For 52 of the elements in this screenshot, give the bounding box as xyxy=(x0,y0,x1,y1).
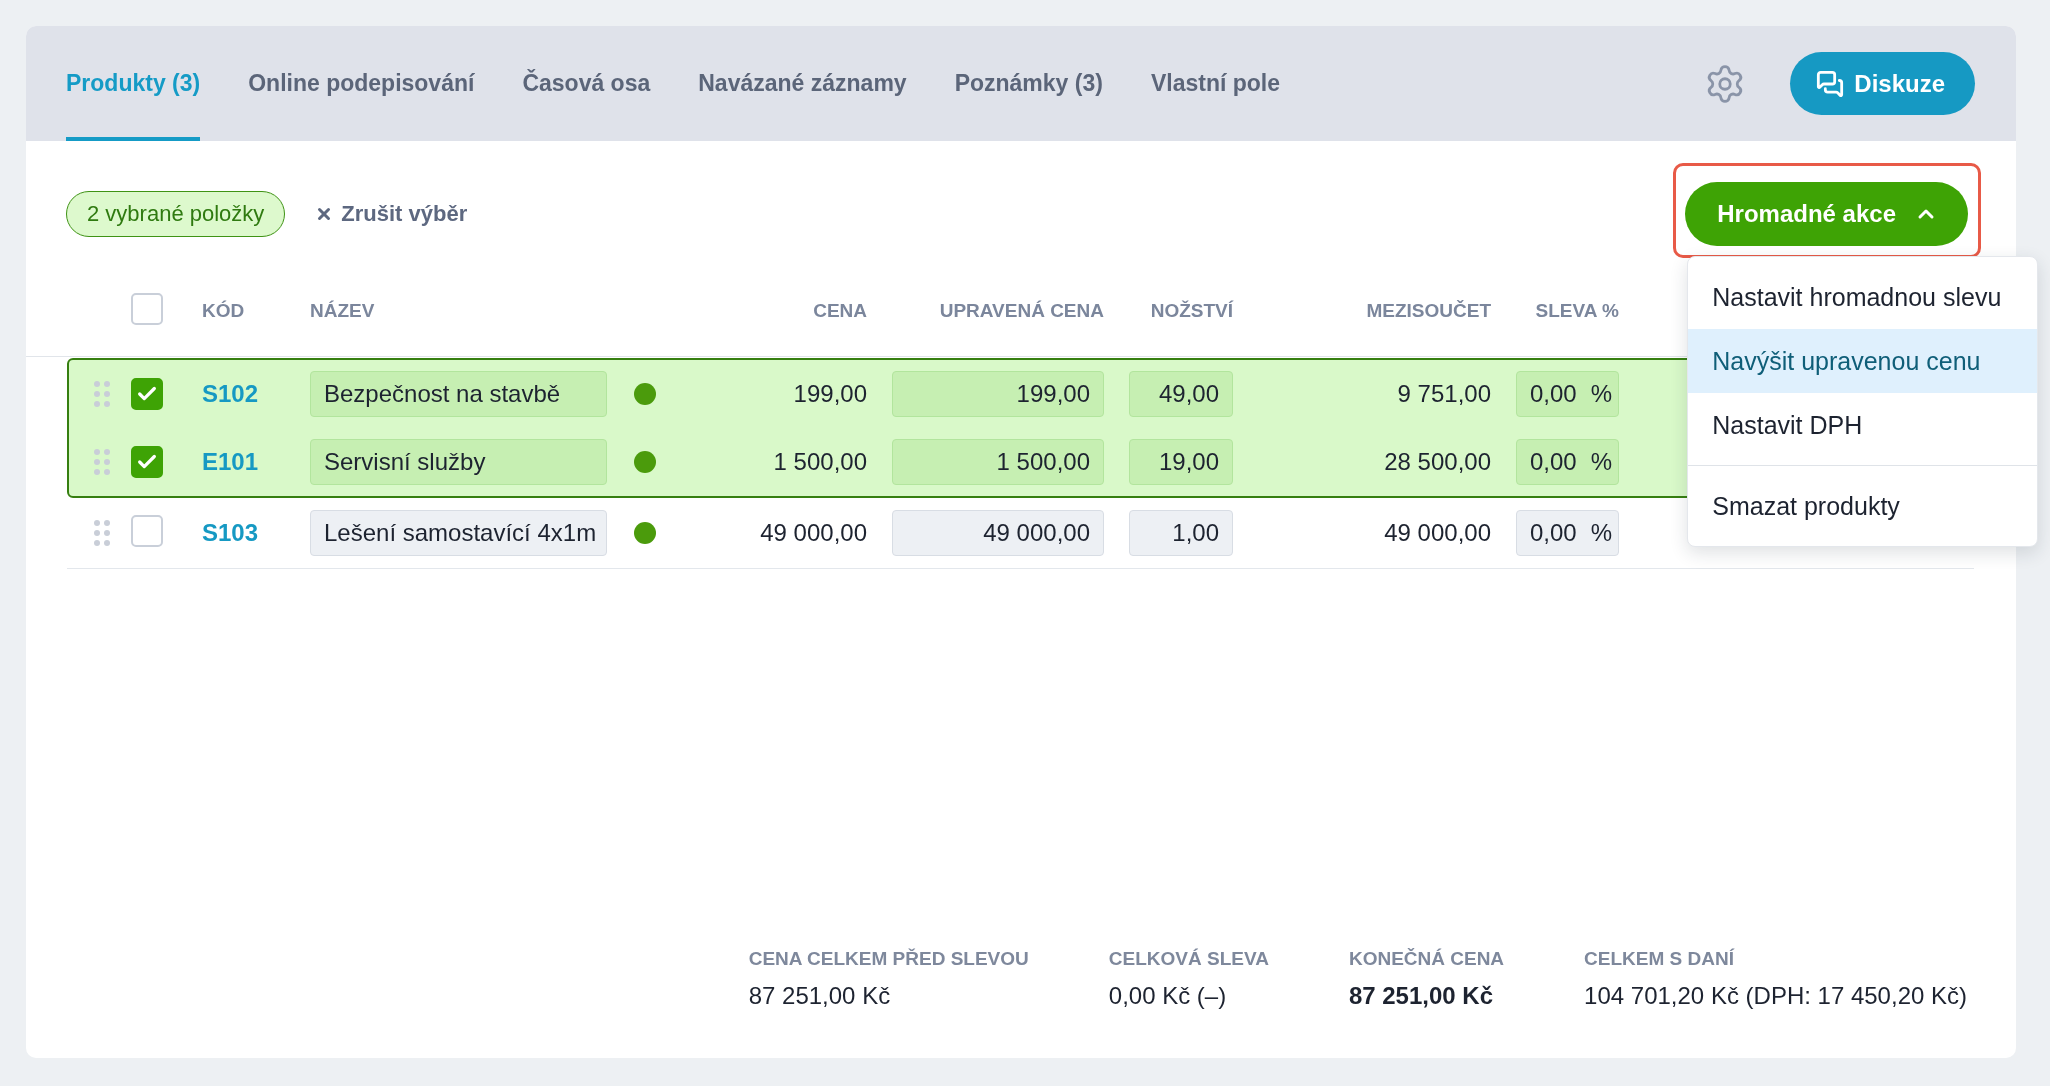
price-value: 49 000,00 xyxy=(759,519,868,547)
discount-field[interactable]: 0,00 % xyxy=(1516,371,1619,417)
total-label: CELKEM S DANÍ xyxy=(1584,948,1736,970)
price-value: 199,00 xyxy=(792,380,868,408)
menu-item[interactable]: Nastavit DPH xyxy=(1688,393,2038,457)
adjusted-price-field[interactable]: 199,00 xyxy=(892,371,1104,417)
tab[interactable]: Navázané záznamy xyxy=(698,26,907,141)
row-checkbox[interactable] xyxy=(131,515,163,547)
adjusted-price-field[interactable]: 49 000,00 xyxy=(892,510,1104,556)
total-value: 87 251,00 Kč xyxy=(1348,982,1495,1010)
total-value: 104 701,20 Kč (DPH: 17 450,20 Kč) xyxy=(1584,982,1967,1010)
total-label: CENA CELKEM PŘED SLEVOU xyxy=(748,948,1029,970)
clear-selection-button[interactable]: Zrušit výběr xyxy=(315,201,468,227)
column-header: UPRAVENÁ CENA xyxy=(938,300,1105,322)
subtotal-value: 9 751,00 xyxy=(1396,380,1492,408)
name-field[interactable]: Servisní služby xyxy=(310,439,607,485)
column-header: KÓD xyxy=(202,300,246,322)
tab[interactable]: Online podepisování xyxy=(248,26,475,141)
discount-field[interactable]: 0,00 % xyxy=(1516,439,1619,485)
name-field[interactable]: Lešení samostavící 4x1m xyxy=(310,510,607,556)
name-field[interactable]: Bezpečnost na stavbě xyxy=(310,371,607,417)
column-header: NOŽSTVÍ xyxy=(1149,300,1233,322)
total-value: 0,00 Kč (–) xyxy=(1108,982,1228,1010)
column-header: MEZISOUČET xyxy=(1365,300,1492,322)
chat-bubbles-icon xyxy=(1816,69,1845,98)
row-checkbox[interactable] xyxy=(131,446,163,478)
quantity-field[interactable]: 19,00 xyxy=(1129,439,1233,485)
tab[interactable]: Časová osa xyxy=(522,26,651,141)
subtotal-value: 49 000,00 xyxy=(1383,519,1492,547)
tab[interactable]: Vlastní pole xyxy=(1150,26,1280,141)
quantity-field[interactable]: 49,00 xyxy=(1129,371,1233,417)
drag-handle-icon[interactable] xyxy=(94,381,110,407)
discount-field[interactable]: 0,00 % xyxy=(1516,510,1619,556)
price-value: 1 500,00 xyxy=(772,448,868,476)
select-all-checkbox[interactable] xyxy=(131,293,163,325)
drag-handle-icon[interactable] xyxy=(94,449,110,475)
total-value: 87 251,00 Kč xyxy=(748,982,892,1010)
adjusted-price-field[interactable]: 1 500,00 xyxy=(892,439,1104,485)
column-header: CENA xyxy=(812,300,868,322)
tab[interactable]: Poznámky (3) xyxy=(954,26,1103,141)
drag-handle-icon[interactable] xyxy=(94,520,110,546)
column-header: NÁZEV xyxy=(310,300,376,322)
row-checkbox[interactable] xyxy=(131,378,163,410)
column-header: SLEVA % xyxy=(1534,300,1619,322)
total-label: KONEČNÁ CENA xyxy=(1348,948,1505,970)
selection-count-badge: 2 vybrané položky xyxy=(66,191,286,237)
subtotal-value: 28 500,00 xyxy=(1383,448,1492,476)
menu-item[interactable]: Navýšit upravenou cenu xyxy=(1688,329,2038,393)
menu-item[interactable]: Smazat produkty xyxy=(1688,474,2038,538)
total-label: CELKOVÁ SLEVA xyxy=(1108,948,1269,970)
menu-item[interactable]: Nastavit hromadnou slevu xyxy=(1688,265,2038,329)
quantity-field[interactable]: 1,00 xyxy=(1129,510,1233,556)
